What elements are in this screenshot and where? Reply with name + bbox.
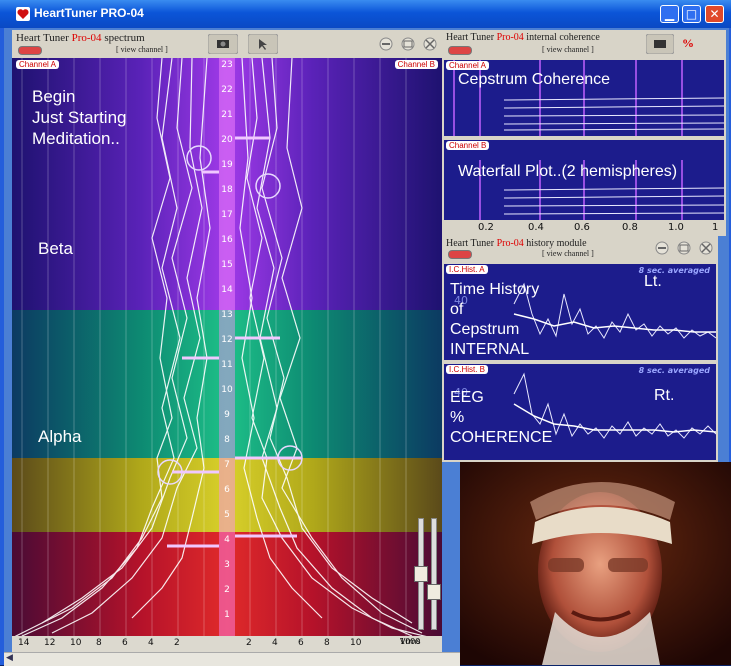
gain-slider-right[interactable]: [431, 518, 437, 630]
history-toggle[interactable]: [448, 250, 472, 259]
spectrum-title-brand: Pro-04: [71, 32, 102, 44]
x-tick-left: 8: [96, 638, 102, 648]
coherence-panel: Heart Tuner Pro-04 internal coherence [ …: [442, 30, 726, 236]
x-tick-left: 6: [122, 638, 128, 648]
maximize-icon: □: [685, 7, 698, 21]
window-titlebar[interactable]: HeartTuner PRO-04 ▁ □ ✕: [0, 0, 731, 28]
history-plot-b[interactable]: I.C.Hist. B 8 sec. averaged 40 EEG % COH…: [444, 364, 716, 460]
x-tick-right: 4: [272, 638, 278, 648]
window-title: HeartTuner PRO-04: [34, 6, 144, 20]
history-view-channel[interactable]: [ view channel ]: [542, 249, 594, 258]
history-title-brand: Pro-04: [496, 238, 524, 249]
close-icon: ✕: [709, 7, 720, 21]
spectrum-header: Heart Tuner Pro-04 spectrum [ view chann…: [12, 30, 442, 58]
coherence-title-prefix: Heart Tuner: [446, 32, 495, 43]
subject-webcam-photo: [460, 462, 731, 665]
x-tick-left: 12: [44, 638, 56, 648]
history-caption-line3: Cepstrum: [450, 321, 520, 338]
heart-icon: [16, 7, 30, 21]
coherence-plot-b[interactable]: Channel B Waterfall Plot..(2 hemispheres…: [444, 140, 724, 220]
history-b-label: I.C.Hist. B: [446, 365, 489, 374]
coherence-x-tick: 0.8: [622, 222, 638, 233]
panel-controls-icon[interactable]: [378, 36, 438, 52]
maximize-button[interactable]: □: [682, 5, 701, 23]
coherence-x-tick: 0.4: [528, 222, 544, 233]
spectrum-channel-b-label: Channel B: [394, 60, 438, 69]
coherence-toggle[interactable]: [448, 46, 472, 55]
coherence-camera-icon[interactable]: [646, 34, 674, 54]
x-tick-right: 8: [324, 638, 330, 648]
eeg-coherence-caption: EEG % COHERENCE: [450, 388, 552, 448]
cursor-tool-icon[interactable]: [248, 34, 278, 54]
eeg-caption-line1: EEG: [450, 389, 484, 406]
eeg-caption-line3: COHERENCE: [450, 429, 553, 446]
x-tick-right: 6: [298, 638, 304, 648]
x-unit-scale: 1000: [400, 637, 421, 646]
coherence-plot-a[interactable]: Channel A Cepstrum Coherence: [444, 60, 724, 136]
history-title-suffix: history module: [526, 238, 587, 249]
history-title-prefix: Heart Tuner: [446, 238, 495, 249]
history-caption-line1: Time History: [450, 281, 540, 298]
horizontal-scrollbar[interactable]: ◀: [4, 652, 460, 666]
x-tick-left: 10: [70, 638, 82, 648]
x-tick-left: 14: [18, 638, 30, 648]
coherence-title: Heart Tuner Pro-04 internal coherence: [446, 32, 600, 43]
history-caption-line4: INTERNAL: [450, 341, 530, 358]
coherence-x-axis: 0.2 0.4 0.6 0.8 1.0 1: [442, 222, 726, 236]
spectrum-view-channel[interactable]: [ view channel ]: [116, 45, 168, 54]
x-tick-right: 10: [350, 638, 362, 648]
coherence-x-tick: 1: [712, 222, 719, 233]
alpha-label: Alpha: [38, 427, 82, 446]
caption-begin: Begin: [32, 87, 76, 106]
time-history-caption: Time History of Cepstrum INTERNAL: [450, 280, 539, 360]
coherence-x-tick: 0.2: [478, 222, 494, 233]
coherence-title-suffix: internal coherence: [526, 32, 600, 43]
x-tick-right: 2: [246, 638, 252, 648]
history-panel-controls-icon[interactable]: [654, 240, 714, 256]
cepstrum-coherence-label: Cepstrum Coherence: [458, 71, 611, 88]
minimize-icon: ▁: [664, 7, 675, 21]
coherence-view-channel[interactable]: [ view channel ]: [542, 45, 594, 54]
subject-face-image: [460, 462, 731, 665]
coherence-title-brand: Pro-04: [496, 32, 524, 43]
camera-icon[interactable]: [208, 34, 238, 54]
coherence-header: Heart Tuner Pro-04 internal coherence [ …: [442, 30, 726, 58]
spectrum-title-suffix: spectrum: [104, 32, 145, 44]
spectrum-channel-a-label: Channel A: [16, 60, 59, 69]
beta-label: Beta: [38, 239, 73, 258]
x-tick-left: 4: [148, 638, 154, 648]
scroll-left-arrow-icon[interactable]: ◀: [6, 653, 13, 663]
gain-slider-right-thumb[interactable]: [427, 584, 441, 600]
minimize-button[interactable]: ▁: [660, 5, 679, 23]
meditation-caption: Begin Just Starting Meditation..: [32, 86, 127, 149]
history-b-averaged: 8 sec. averaged: [638, 366, 710, 375]
history-a-label: I.C.Hist. A: [446, 265, 488, 274]
caption-meditation: Meditation..: [32, 129, 120, 148]
coherence-channel-a-label: Channel A: [446, 61, 489, 70]
history-caption-line2: of: [450, 301, 464, 318]
spectrum-panel: Heart Tuner Pro-04 spectrum [ view chann…: [12, 30, 442, 652]
history-panel: Heart Tuner Pro-04 history module [ view…: [442, 236, 718, 462]
spectrum-x-axis: Vrms 1000 14 12 10 8 6 4 2 2 4 6 8 10: [12, 636, 442, 652]
x-tick-left: 2: [174, 638, 180, 648]
coherence-x-tick: 1.0: [668, 222, 684, 233]
history-plot-a[interactable]: I.C.Hist. A 8 sec. averaged 40 Time Hist…: [444, 264, 716, 360]
spectrum-title-prefix: Heart Tuner: [16, 32, 69, 44]
eeg-caption-line2: %: [450, 409, 465, 426]
waterfall-plot-label: Waterfall Plot..(2 hemispheres): [458, 163, 678, 180]
spectrum-toggle[interactable]: [18, 46, 42, 55]
left-hemisphere-label: Lt.: [644, 273, 662, 290]
spectrum-plot[interactable]: 23 22 21 20 19 18 17 16 15 14 13 12 11 10 9 8 7 6 5 4 3 2 1: [12, 58, 442, 638]
coherence-x-tick: 0.6: [574, 222, 590, 233]
coherence-channel-b-label: Channel B: [446, 141, 490, 150]
spectrum-title: Heart Tuner Pro-04 spectrum: [16, 32, 145, 44]
percent-button[interactable]: %: [682, 36, 694, 51]
close-button[interactable]: ✕: [705, 5, 724, 23]
caption-starting: Just Starting: [32, 108, 127, 127]
history-title: Heart Tuner Pro-04 history module: [446, 238, 587, 249]
gain-slider-left-thumb[interactable]: [414, 566, 428, 582]
right-hemisphere-label: Rt.: [654, 387, 675, 404]
history-header: Heart Tuner Pro-04 history module [ view…: [442, 236, 718, 262]
